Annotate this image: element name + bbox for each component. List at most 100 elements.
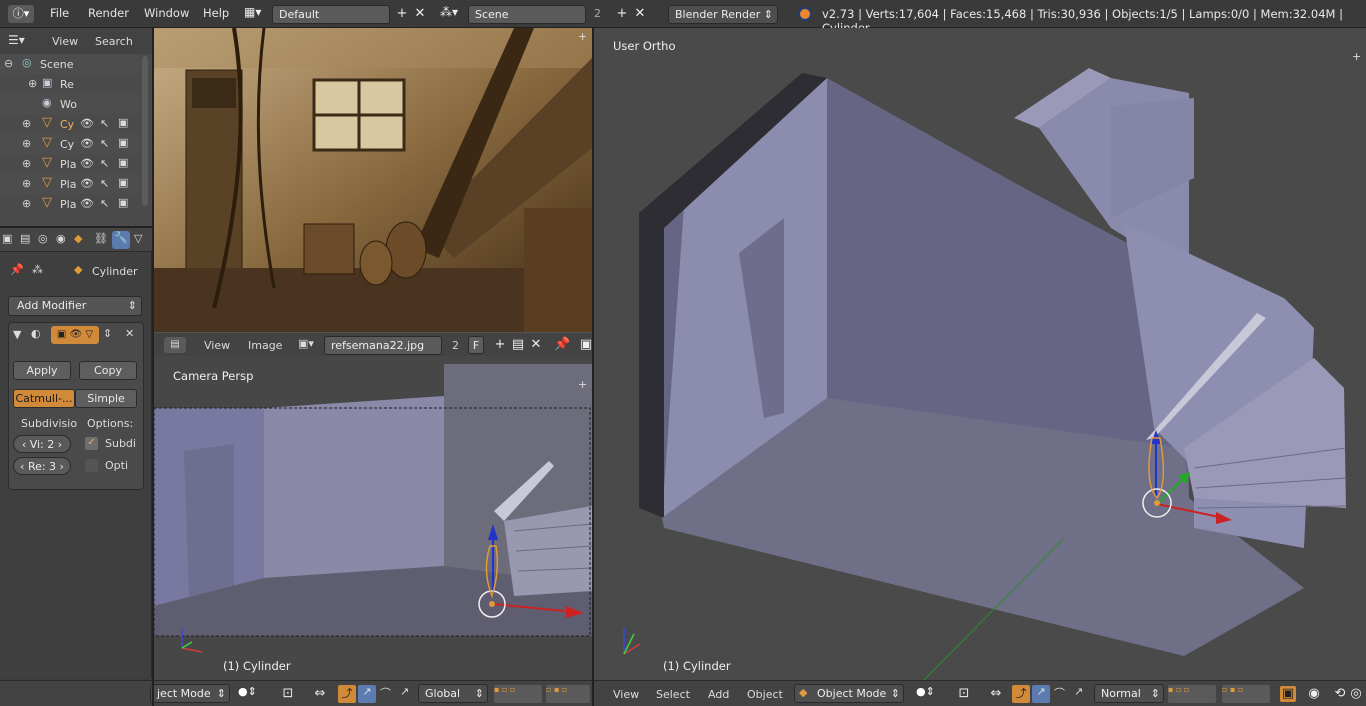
data-tab-icon[interactable]: ▽ <box>134 232 142 245</box>
menu-window[interactable]: Window <box>144 6 189 20</box>
expand-icon[interactable]: ⊕ <box>22 197 31 210</box>
eye-icon[interactable]: 👁 <box>80 197 94 210</box>
transform-manipulators[interactable]: ⤴ ↗ ⌒ ↗ <box>1012 685 1092 703</box>
image-view-menu[interactable]: View <box>204 339 230 352</box>
catmull-clark-toggle[interactable]: Catmull-... <box>13 389 75 408</box>
scene-tab-icon[interactable]: ◎ <box>38 232 48 245</box>
simple-toggle[interactable]: Simple <box>75 389 137 408</box>
eye-icon[interactable]: 👁 <box>80 137 94 150</box>
render-levels-field[interactable]: ‹ Re: 3 › <box>13 457 71 475</box>
move-up-down-icon[interactable]: ⇕ <box>103 327 112 340</box>
layers-tab-icon[interactable]: ▤ <box>20 232 30 245</box>
pivot-icon[interactable]: ⊡ <box>956 686 972 702</box>
open-image-icon[interactable]: ▤ <box>510 337 526 353</box>
outliner-scrollbar[interactable] <box>142 56 148 206</box>
manipulator-toggle-icon[interactable]: ⇔ <box>312 686 328 702</box>
object-mode-select[interactable]: ◆ Object Mode ⇕ <box>794 684 904 703</box>
rotate-icon[interactable]: ↗ <box>358 685 376 703</box>
camera-render-icon[interactable]: ▣ <box>118 196 128 209</box>
layer-buttons-2[interactable]: ▫ ▪ ▫ <box>546 685 590 703</box>
expand-icon[interactable]: ⊕ <box>22 137 31 150</box>
tree-row-render-layers[interactable]: ⊕ ▣ Re <box>0 74 140 94</box>
tree-row-plane-1[interactable]: ⊕ ▽ Pla 👁 ↖ ▣ <box>0 154 140 174</box>
scale-icon-2[interactable]: ↗ <box>1074 685 1083 698</box>
tree-row-plane-2[interactable]: ⊕ ▽ Pla 👁 ↖ ▣ <box>0 174 140 194</box>
expand-icon[interactable]: ⊕ <box>22 157 31 170</box>
pin-icon[interactable]: 📌 <box>10 263 24 276</box>
main-3d-viewport[interactable]: User Ortho (1) Cylinder + <box>594 28 1366 680</box>
viewport-corner-plus-icon[interactable]: + <box>1352 50 1361 63</box>
modifier-visibility-toggles[interactable]: ▣ 👁 ▽ <box>51 326 99 344</box>
camera-render-icon[interactable]: ▣ <box>118 116 128 129</box>
collapse-icon[interactable]: ⊖ <box>4 57 13 70</box>
layout-icon[interactable]: ▦▾ <box>244 5 266 23</box>
tree-row-cylinder[interactable]: ⊕ ▽ Cy 👁 ↖ ▣ <box>0 134 140 154</box>
layer-buttons[interactable]: ▪ ▫ ▫ <box>494 685 542 703</box>
orientation-select[interactable]: Global ⇕ <box>418 684 488 703</box>
pivot-orientation-select[interactable]: Normal ⇕ <box>1094 684 1164 703</box>
cursor-icon[interactable]: ↖ <box>100 157 109 170</box>
camera-viewport[interactable]: Camera Persp (1) Cylinder + <box>154 356 592 680</box>
add-scene-button[interactable]: + <box>614 6 630 22</box>
render-tab-icon[interactable]: ▣ <box>2 232 12 245</box>
info-editor-icon[interactable]: ⓘ▾ <box>8 5 34 23</box>
mode-select[interactable]: ject Mode ⇕ <box>150 684 230 703</box>
tree-row-cylinder-selected[interactable]: ⊕ ▽ Cy 👁 ↖ ▣ <box>0 114 140 134</box>
camera-render-icon[interactable]: ▣ <box>118 176 128 189</box>
add-modifier-dropdown[interactable]: Add Modifier ⇕ <box>8 296 142 316</box>
eye-icon[interactable]: 👁 <box>80 157 94 170</box>
unlink-image-icon[interactable]: ✕ <box>528 337 544 353</box>
lock-camera-icon[interactable]: ▣ <box>1280 686 1296 702</box>
select-menu[interactable]: Select <box>656 688 690 701</box>
image-name-field[interactable]: refsemana22.jpg <box>324 336 442 355</box>
world-tab-icon[interactable]: ◉ <box>56 232 66 245</box>
modifiers-tab-icon[interactable]: 🔧 <box>112 231 130 249</box>
outliner-editor-icon[interactable]: ☰▾ <box>8 33 25 47</box>
tree-row-world[interactable]: ◉ Wo <box>0 94 140 114</box>
snap-icon[interactable]: ◎ <box>1348 686 1364 702</box>
subdivide-uvs-checkbox[interactable]: ✓ <box>85 437 98 450</box>
apply-button[interactable]: Apply <box>13 361 71 380</box>
camera-render-icon[interactable]: ▣ <box>118 156 128 169</box>
translate-icon[interactable]: ⤴ <box>338 685 356 703</box>
view-menu[interactable]: View <box>613 688 639 701</box>
fake-user-button[interactable]: F <box>468 336 484 354</box>
copy-button[interactable]: Copy <box>79 361 137 380</box>
pivot-icon[interactable]: ⊡ <box>280 686 296 702</box>
image-editor-canvas[interactable]: + <box>154 28 592 332</box>
editor-type-icon[interactable]: ▤ <box>164 337 186 353</box>
layer-buttons-2[interactable]: ▫ ▪ ▫ <box>1222 685 1270 703</box>
new-image-icon[interactable]: + <box>492 337 508 353</box>
cursor-icon[interactable]: ↖ <box>100 197 109 210</box>
menu-file[interactable]: File <box>50 6 69 20</box>
layout-name-field[interactable]: Default <box>272 5 390 24</box>
eye-icon[interactable]: 👁 <box>80 177 94 190</box>
image-browse-icon[interactable]: ▣▾ <box>298 337 314 350</box>
vertical-divider-left[interactable] <box>152 28 154 706</box>
scale-icon-2[interactable]: ↗ <box>400 685 409 698</box>
manipulator-toggle-icon[interactable]: ⇔ <box>988 686 1004 702</box>
collapse-triangle-icon[interactable]: ▼ <box>13 328 21 341</box>
vertical-divider-center[interactable] <box>592 28 594 706</box>
add-menu[interactable]: Add <box>708 688 729 701</box>
scene-name-field[interactable]: Scene <box>468 5 586 24</box>
render-engine-select[interactable]: Blender Render ⇕ <box>668 5 778 24</box>
proportional-edit-icon[interactable]: ⟲ <box>1332 686 1348 702</box>
image-image-menu[interactable]: Image <box>248 339 282 352</box>
optimal-display-checkbox[interactable] <box>85 459 98 472</box>
editor-corner-plus-icon[interactable]: + <box>578 30 587 43</box>
object-tab-icon[interactable]: ◆ <box>74 232 82 245</box>
tree-row-scene[interactable]: ⊖ ◎ Scene <box>0 54 140 74</box>
outliner-search-menu[interactable]: Search <box>95 35 133 48</box>
remove-modifier-icon[interactable]: ✕ <box>125 327 134 340</box>
transform-manipulators[interactable]: ⤴ ↗ ⌒ ↗ <box>338 685 418 703</box>
delete-layout-button[interactable]: ✕ <box>412 6 428 22</box>
delete-scene-button[interactable]: ✕ <box>632 6 648 22</box>
constraints-tab-icon[interactable]: ⛓ <box>94 232 108 245</box>
cursor-icon[interactable]: ↖ <box>100 117 109 130</box>
scale-icon[interactable]: ⌒ <box>380 685 391 701</box>
tree-row-plane-3[interactable]: ⊕ ▽ Pla 👁 ↖ ▣ <box>0 194 140 210</box>
eye-icon[interactable]: 👁 <box>80 117 94 130</box>
object-menu[interactable]: Object <box>747 688 783 701</box>
scene-icon[interactable]: ⁂▾ <box>440 5 462 23</box>
